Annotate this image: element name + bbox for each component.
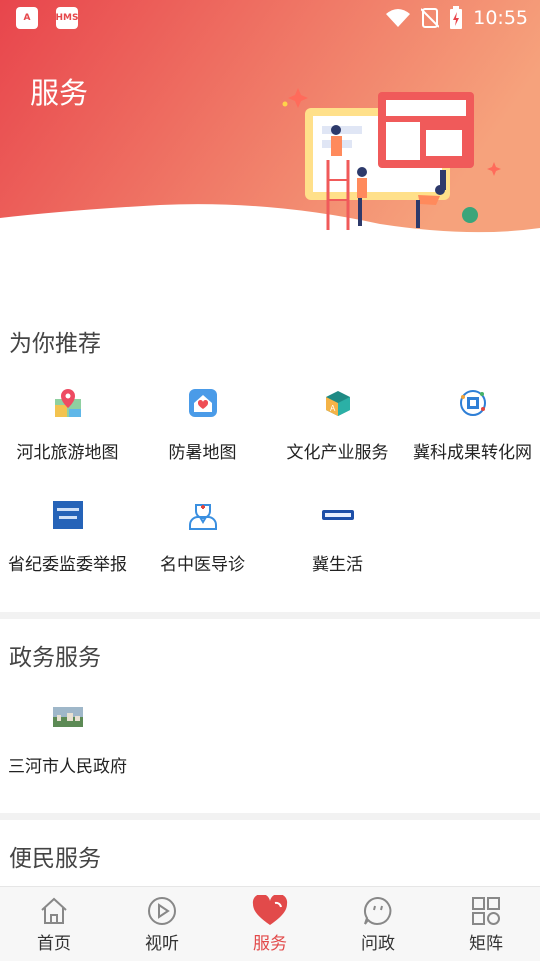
report-badge-icon (51, 498, 85, 532)
battery-charging-icon (450, 6, 463, 29)
section-title-government: 政务服务 (9, 645, 101, 671)
cube-icon: A (321, 386, 355, 420)
play-icon (148, 897, 176, 925)
tab-label: 问政 (361, 934, 395, 954)
section-title-convenience: 便民服务 (9, 846, 101, 872)
service-item-discipline-report[interactable]: 省纪委监委举报 (0, 498, 135, 575)
service-item-ji-tech-transfer[interactable]: 冀科成果转化网 (405, 386, 540, 463)
tab-label: 视听 (145, 934, 179, 954)
status-time: 10:55 (473, 7, 528, 29)
service-item-label: 三河市人民政府 (8, 757, 127, 777)
no-sim-icon (421, 8, 440, 28)
svg-text:A: A (330, 404, 336, 413)
service-item-label: 文化产业服务 (286, 443, 389, 463)
service-item-ji-life[interactable]: 冀生活 (270, 498, 405, 575)
app-notification-icon: A (16, 7, 38, 29)
tab-media[interactable]: 视听 (108, 887, 216, 961)
service-item-heat-map[interactable]: 防暑地图 (135, 386, 270, 463)
service-item-hebei-travel-map[interactable]: 河北旅游地图 (0, 386, 135, 463)
service-item-sanhe-government[interactable]: 三河市人民政府 (0, 700, 135, 777)
home-icon (41, 897, 67, 924)
service-item-label: 冀科成果转化网 (413, 443, 532, 463)
page-title: 服务 (30, 76, 89, 110)
section-divider (0, 612, 540, 619)
tab-services[interactable]: 服务 (216, 887, 324, 961)
service-item-label: 名中医导诊 (160, 555, 245, 575)
header-banner (0, 0, 540, 233)
tab-inquiry[interactable]: 问政 (324, 887, 432, 961)
chat-icon (363, 896, 392, 925)
service-item-label: 省纪委监委举报 (8, 555, 127, 575)
heart-house-icon (186, 386, 220, 420)
doctor-icon (186, 498, 220, 532)
tab-home[interactable]: 首页 (0, 887, 108, 961)
network-icon (456, 386, 490, 420)
service-item-label: 冀生活 (312, 555, 363, 575)
tab-matrix[interactable]: 矩阵 (432, 887, 540, 961)
section-title-recommend: 为你推荐 (9, 331, 101, 357)
service-item-label: 防暑地图 (168, 443, 237, 463)
ji-life-logo-icon (321, 498, 355, 532)
tab-label: 服务 (253, 934, 287, 954)
service-item-label: 河北旅游地图 (16, 443, 119, 463)
service-item-culture-industry[interactable]: A 文化产业服务 (270, 386, 405, 463)
heart-icon (252, 895, 288, 925)
map-pin-icon (51, 386, 85, 420)
section-divider (0, 813, 540, 820)
grid-icon (472, 897, 500, 925)
city-photo-icon (51, 700, 85, 734)
tab-label: 首页 (37, 934, 71, 954)
service-item-tcm-guide[interactable]: 名中医导诊 (135, 498, 270, 575)
hms-notification-icon: HMS (56, 7, 79, 29)
tab-label: 矩阵 (469, 934, 503, 954)
wifi-icon (386, 9, 411, 27)
bottom-tab-bar: 首页 视听 服务 问政 矩阵 (0, 886, 540, 961)
status-bar: A HMS 10:55 (0, 0, 540, 36)
